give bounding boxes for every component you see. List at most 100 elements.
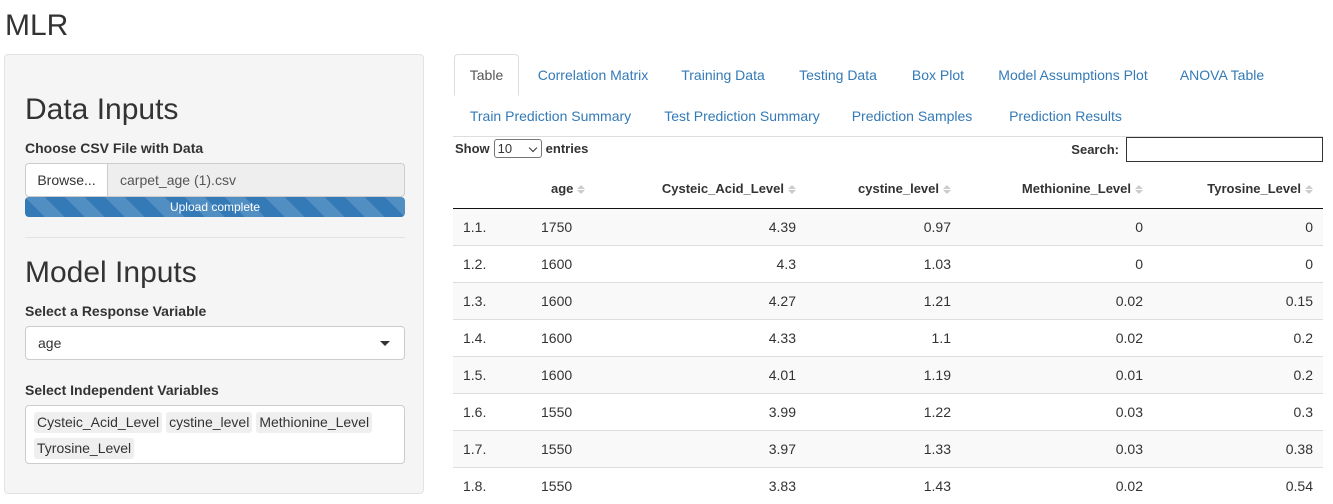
- row-name-cell: 1.1.: [453, 207, 541, 245]
- cysteic-acid-cell: 4.33: [626, 318, 806, 356]
- cysteic-acid-cell: 3.99: [626, 392, 806, 430]
- column-header-methionine-level[interactable]: Methionine_Level: [961, 170, 1153, 209]
- page-length-select[interactable]: 10: [493, 138, 542, 158]
- cystine-cell: 1.33: [806, 429, 961, 467]
- age-cell: 1600: [541, 244, 626, 282]
- row-name-cell: 1.5.: [453, 355, 541, 393]
- column-header-rowname[interactable]: [453, 170, 541, 209]
- tab-prediction-samples[interactable]: Prediction Samples: [836, 95, 988, 137]
- cystine-cell: 1.1: [806, 318, 961, 356]
- methionine-cell: 0: [961, 244, 1153, 282]
- tab-training-data[interactable]: Training Data: [667, 54, 779, 96]
- cystine-cell: 0.97: [806, 207, 961, 245]
- methionine-cell: 0.03: [961, 392, 1153, 430]
- methionine-cell: 0.01: [961, 355, 1153, 393]
- tab-correlation-matrix[interactable]: Correlation Matrix: [523, 54, 663, 96]
- page-length-value: 10: [497, 140, 513, 156]
- sort-icon: [577, 185, 586, 195]
- tab-test-prediction-summary[interactable]: Test Prediction Summary: [652, 95, 832, 137]
- tyrosine-cell: 0: [1153, 244, 1323, 282]
- column-header-cystine-level[interactable]: cystine_level: [806, 170, 961, 209]
- browse-button[interactable]: Browse...: [25, 163, 108, 197]
- table-row[interactable]: 1.2. 1600 4.3 1.03 0 0: [453, 244, 1323, 282]
- cystine-cell: 1.03: [806, 244, 961, 282]
- tab-anova-table[interactable]: ANOVA Table: [1167, 54, 1277, 96]
- tyrosine-cell: 0.38: [1153, 429, 1323, 467]
- tab-table[interactable]: Table: [454, 54, 519, 96]
- tab-model-assumptions-plot[interactable]: Model Assumptions Plot: [983, 54, 1163, 96]
- app-title: MLR: [5, 9, 69, 42]
- section-divider: [25, 237, 405, 238]
- tyrosine-cell: 0.54: [1153, 466, 1323, 504]
- chevron-down-icon: [528, 143, 537, 152]
- tyrosine-cell: 0.15: [1153, 281, 1323, 319]
- table-row[interactable]: 1.1. 1750 4.39 0.97 0 0: [453, 207, 1323, 245]
- upload-progress-bar: Upload complete: [25, 197, 405, 217]
- table-row[interactable]: 1.5. 1600 4.01 1.19 0.01 0.2: [453, 355, 1323, 393]
- row-name-cell: 1.7.: [453, 429, 541, 467]
- response-variable-select[interactable]: age: [25, 326, 405, 360]
- file-name-field[interactable]: carpet_age (1).csv: [108, 163, 405, 197]
- response-variable-label: Select a Response Variable: [25, 303, 207, 319]
- show-label: Show: [455, 140, 490, 156]
- data-table: age Cysteic_Acid_Level cystine_level Met…: [453, 170, 1323, 504]
- age-cell: 1550: [541, 466, 626, 504]
- table-row[interactable]: 1.6. 1550 3.99 1.22 0.03 0.3: [453, 392, 1323, 430]
- cysteic-acid-cell: 4.39: [626, 207, 806, 245]
- model-inputs-heading: Model Inputs: [25, 256, 197, 289]
- file-input[interactable]: Browse... carpet_age (1).csv: [25, 163, 405, 197]
- upload-progress-text: Upload complete: [169, 200, 261, 214]
- tab-train-prediction-summary[interactable]: Train Prediction Summary: [453, 95, 648, 137]
- caret-down-icon: [380, 341, 390, 346]
- age-cell: 1750: [541, 207, 626, 245]
- row-name-cell: 1.8.: [453, 466, 541, 504]
- table-header-row: age Cysteic_Acid_Level cystine_level Met…: [453, 170, 1323, 209]
- sort-icon: [1305, 185, 1313, 195]
- tyrosine-cell: 0.2: [1153, 318, 1323, 356]
- cysteic-acid-cell: 4.27: [626, 281, 806, 319]
- cystine-cell: 1.43: [806, 466, 961, 504]
- column-header-tyrosine-level[interactable]: Tyrosine_Level: [1153, 170, 1323, 209]
- entries-label: entries: [545, 140, 589, 156]
- response-variable-value: age: [38, 335, 62, 351]
- age-cell: 1550: [541, 429, 626, 467]
- table-row[interactable]: 1.7. 1550 3.97 1.33 0.03 0.38: [453, 429, 1323, 467]
- column-header-cysteic-acid-level[interactable]: Cysteic_Acid_Level: [626, 170, 806, 209]
- table-row[interactable]: 1.4. 1600 4.33 1.1 0.02 0.2: [453, 318, 1323, 356]
- table-row[interactable]: 1.3. 1600 4.27 1.21 0.02 0.15: [453, 281, 1323, 319]
- row-name-cell: 1.6.: [453, 392, 541, 430]
- page-length-control: Show 10 entries: [455, 138, 588, 158]
- cysteic-acid-cell: 3.83: [626, 466, 806, 504]
- sort-icon: [788, 185, 796, 195]
- search-input[interactable]: [1126, 137, 1323, 162]
- cystine-cell: 1.21: [806, 281, 961, 319]
- independent-variables-label: Select Independent Variables: [25, 382, 219, 398]
- cysteic-acid-cell: 3.97: [626, 429, 806, 467]
- tab-prediction-results[interactable]: Prediction Results: [992, 95, 1139, 137]
- age-cell: 1600: [541, 355, 626, 393]
- tyrosine-cell: 0: [1153, 207, 1323, 245]
- independent-variables-select[interactable]: Cysteic_Acid_Level cystine_level Methion…: [25, 405, 405, 464]
- sort-icon: [943, 185, 951, 195]
- selected-variable-chip[interactable]: Tyrosine_Level: [34, 438, 135, 459]
- table-row[interactable]: 1.8. 1550 3.83 1.43 0.02 0.54: [453, 466, 1323, 504]
- age-cell: 1550: [541, 392, 626, 430]
- selected-variable-chip[interactable]: Cysteic_Acid_Level: [34, 412, 163, 433]
- methionine-cell: 0.02: [961, 466, 1153, 504]
- selected-variable-chip[interactable]: cystine_level: [166, 412, 253, 433]
- column-header-age[interactable]: age: [541, 170, 626, 209]
- cysteic-acid-cell: 4.01: [626, 355, 806, 393]
- age-cell: 1600: [541, 281, 626, 319]
- cysteic-acid-cell: 4.3: [626, 244, 806, 282]
- data-inputs-heading: Data Inputs: [25, 93, 179, 126]
- methionine-cell: 0.02: [961, 281, 1153, 319]
- cystine-cell: 1.22: [806, 392, 961, 430]
- tyrosine-cell: 0.3: [1153, 392, 1323, 430]
- selected-variable-chip[interactable]: Methionine_Level: [256, 412, 373, 433]
- tab-testing-data[interactable]: Testing Data: [783, 54, 893, 96]
- table-search-control: Search:: [1071, 137, 1323, 162]
- file-input-label: Choose CSV File with Data: [25, 140, 204, 156]
- row-name-cell: 1.4.: [453, 318, 541, 356]
- sort-icon: [1135, 185, 1143, 195]
- tab-box-plot[interactable]: Box Plot: [897, 54, 979, 96]
